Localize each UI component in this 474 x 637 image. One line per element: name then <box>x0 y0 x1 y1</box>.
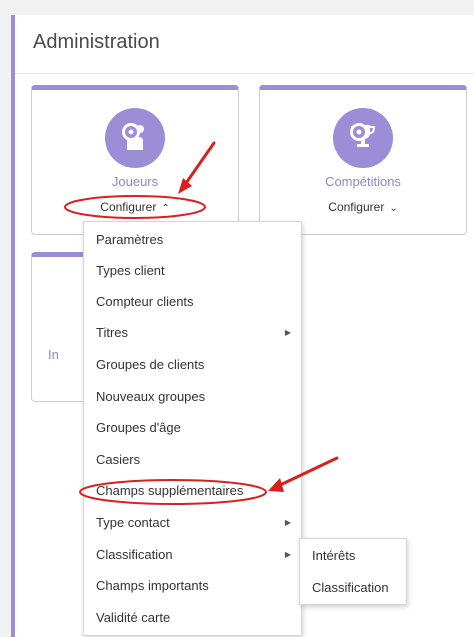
menu-item-casiers[interactable]: Casiers <box>96 452 140 467</box>
chevron-down-icon: ⌄ <box>389 203 398 214</box>
gear-icon <box>350 123 368 141</box>
menu-item-compteur-clients[interactable]: Compteur clients <box>96 294 194 309</box>
chevron-up-icon: ⌃ <box>161 203 170 214</box>
configure-button[interactable]: Configurer ⌄ <box>260 200 466 214</box>
menu-item-parametres[interactable]: Paramètres <box>96 232 163 247</box>
configure-label: Configurer <box>328 200 385 214</box>
menu-item-type-contact[interactable]: Type contact <box>96 515 170 530</box>
chevron-right-icon: ▶ <box>284 518 291 527</box>
gear-icon <box>122 123 140 141</box>
card-hidden[interactable]: In <box>31 252 91 402</box>
classification-submenu: Intérêts Classification <box>299 538 407 605</box>
configure-label: Configurer <box>100 200 157 214</box>
menu-item-validite-carte[interactable]: Validité carte <box>96 610 170 625</box>
card-title-partial: In <box>48 347 59 362</box>
submenu-item-interets[interactable]: Intérêts <box>312 548 355 563</box>
page-title: Administration <box>33 31 160 53</box>
card-title: Compétitions <box>325 174 401 189</box>
configure-dropdown-menu: Paramètres Types client Compteur clients… <box>83 221 302 636</box>
configure-button[interactable]: Configurer ⌃ <box>32 200 238 214</box>
menu-item-types-client[interactable]: Types client <box>96 263 165 278</box>
menu-item-titres[interactable]: Titres <box>96 325 128 340</box>
menu-item-classification[interactable]: Classification <box>96 547 173 562</box>
menu-item-groupes-de-clients[interactable]: Groupes de clients <box>96 357 204 372</box>
card-joueurs[interactable]: Joueurs Configurer ⌃ <box>31 85 239 235</box>
chevron-right-icon: ▶ <box>284 550 291 559</box>
submenu-item-classification[interactable]: Classification <box>312 580 389 595</box>
card-competitions[interactable]: Compétitions Configurer ⌄ <box>259 85 467 235</box>
card-title: Joueurs <box>111 174 159 189</box>
menu-item-groupes-d-age[interactable]: Groupes d'âge <box>96 420 181 435</box>
menu-item-nouveaux-groupes[interactable]: Nouveaux groupes <box>96 389 205 404</box>
trophy-icon-circle <box>333 108 393 168</box>
menu-item-champs-importants[interactable]: Champs importants <box>96 578 209 593</box>
menu-item-champs-supplementaires[interactable]: Champs supplémentaires <box>96 483 243 498</box>
divider <box>15 73 474 74</box>
chevron-right-icon: ▶ <box>284 328 291 337</box>
people-icon-circle <box>105 108 165 168</box>
